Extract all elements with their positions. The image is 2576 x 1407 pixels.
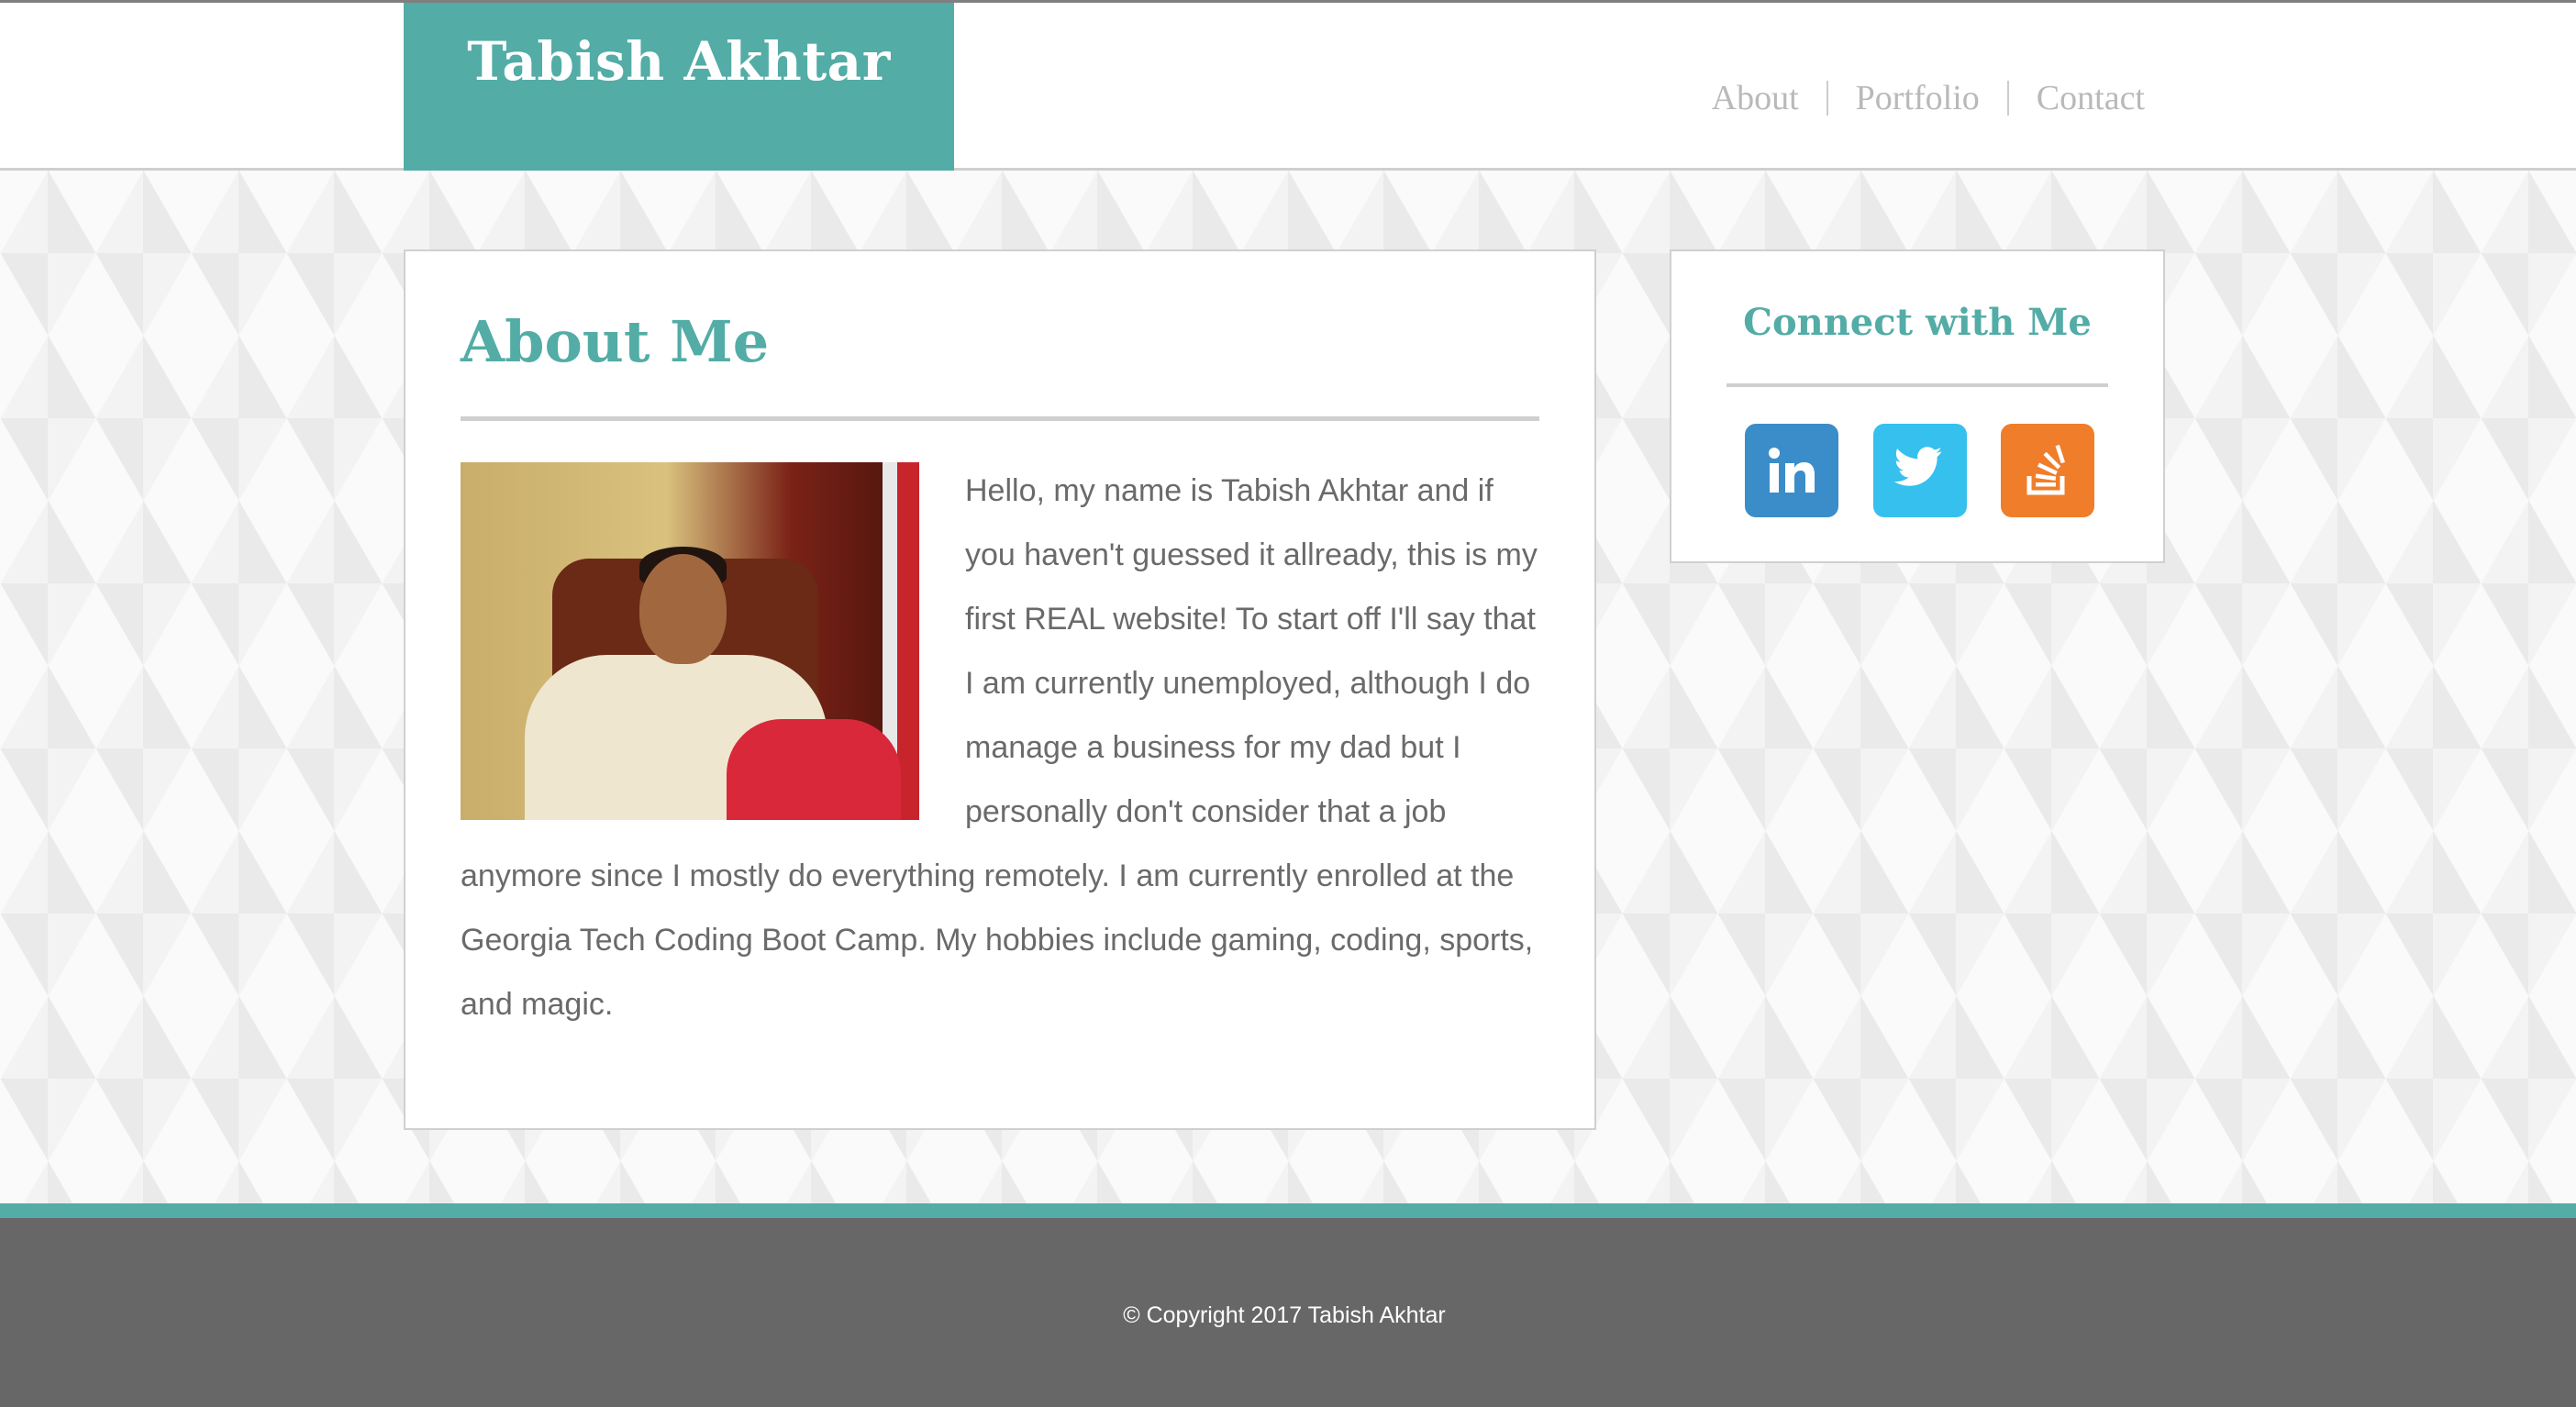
copyright-text: © Copyright 2017 Tabish Akhtar <box>1123 1302 1446 1328</box>
twitter-button[interactable] <box>1873 424 1967 517</box>
profile-photo <box>461 462 919 820</box>
twitter-icon <box>1893 447 1942 486</box>
linkedin-icon <box>1769 448 1815 493</box>
footer-accent-bar <box>0 1203 2576 1218</box>
site-footer: © Copyright 2017 Tabish Akhtar <box>0 1218 2576 1407</box>
site-title[interactable]: Tabish Akhtar <box>467 30 891 173</box>
connect-card: Connect with Me <box>1670 249 2165 563</box>
connect-heading: Connect with Me <box>1743 301 2092 344</box>
about-card: About Me Hello, my name is Tabish Akhtar… <box>404 249 1596 1130</box>
about-heading: About Me <box>461 308 770 375</box>
about-divider <box>461 416 1539 421</box>
nav-link-about[interactable]: About <box>1712 78 1799 118</box>
nav-divider <box>1826 81 1828 116</box>
linkedin-button[interactable] <box>1745 424 1838 517</box>
nav-divider <box>2006 81 2009 116</box>
site-header: Tabish Akhtar About Portfolio Contact <box>0 0 2576 173</box>
nav-link-portfolio[interactable]: Portfolio <box>1856 78 1980 118</box>
nav-link-contact[interactable]: Contact <box>2037 78 2145 118</box>
brand-block[interactable]: Tabish Akhtar <box>404 3 954 173</box>
main-nav: About Portfolio Contact <box>1712 78 2145 118</box>
about-content: Hello, my name is Tabish Akhtar and if y… <box>461 459 1539 1036</box>
connect-divider <box>1727 383 2108 387</box>
stack-overflow-icon <box>2026 444 2065 495</box>
stack-overflow-button[interactable] <box>2001 424 2094 517</box>
